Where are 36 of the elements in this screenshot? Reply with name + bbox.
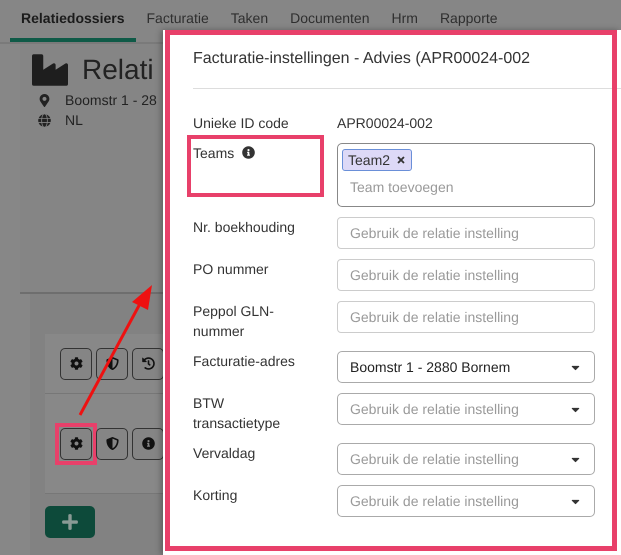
- field-label: Peppol GLN-nummer: [193, 302, 275, 341]
- shield-icon: [106, 357, 118, 370]
- field-label: PO nummer: [193, 260, 268, 279]
- field-label: Teams: [193, 144, 234, 163]
- field-label: Korting: [193, 486, 238, 505]
- field-label: Facturatie-adres: [193, 352, 295, 371]
- input-field[interactable]: Gebruik de relatie instelling: [337, 259, 595, 291]
- input-field[interactable]: Gebruik de relatie instelling: [337, 301, 595, 333]
- input-field[interactable]: Gebruik de relatie instelling: [337, 217, 595, 249]
- add-button[interactable]: [45, 506, 95, 538]
- team-tag: Team2: [342, 149, 412, 171]
- select-field[interactable]: Gebruik de relatie instelling: [337, 485, 595, 517]
- close-icon[interactable]: [396, 155, 406, 165]
- plus-icon: [61, 513, 79, 531]
- history-icon: [142, 357, 154, 370]
- icon-button[interactable]: [132, 348, 164, 380]
- field-label: Unieke ID code: [193, 114, 289, 133]
- field-label: Nr. boekhouding: [193, 218, 295, 237]
- settings-icon: [70, 437, 82, 450]
- select-field[interactable]: Boomstr 1 - 2880 Bornem: [337, 351, 595, 383]
- relation-title: Relati: [82, 54, 154, 86]
- field-label: BTW transactietype: [193, 394, 282, 433]
- shield-icon: [106, 437, 118, 450]
- globe-icon: [38, 114, 51, 126]
- map-pin-icon: [38, 94, 51, 106]
- icon-button[interactable]: [132, 428, 164, 460]
- field-label: Vervaldag: [193, 444, 256, 463]
- info-icon: [142, 437, 154, 450]
- field-value: APR00024-002: [337, 114, 434, 133]
- factory-icon: [32, 52, 68, 88]
- select-field[interactable]: Gebruik de relatie instelling: [337, 443, 595, 475]
- teams-field[interactable]: Team2 Team toevoegen: [337, 143, 595, 207]
- select-field[interactable]: Gebruik de relatie instelling: [337, 393, 595, 425]
- address-text: Boomstr 1 - 28: [65, 92, 157, 108]
- country-text: NL: [65, 112, 83, 128]
- settings-icon: [70, 357, 82, 370]
